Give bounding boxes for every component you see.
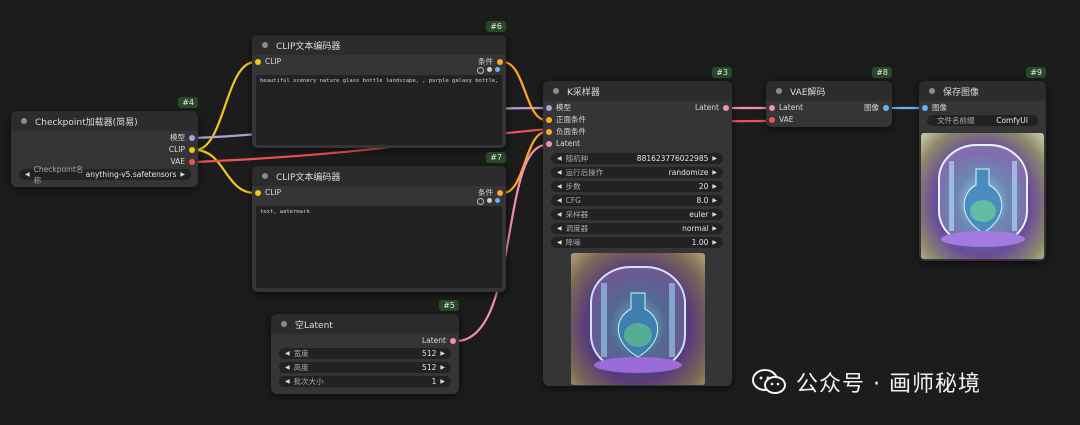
wechat-logo-icon	[752, 368, 786, 396]
left-arrow-icon: ◀	[25, 171, 30, 178]
input-latent[interactable]: Latent	[766, 103, 803, 113]
input-clip[interactable]: CLIP	[252, 188, 281, 198]
prompt-textarea[interactable]: text, watermark	[256, 206, 502, 288]
checkpoint-loader-node[interactable]: #4 Checkpoint加载器(简易) 模型 CLIP VAE ◀ Check…	[11, 97, 198, 187]
bottle-jar-image	[590, 266, 686, 373]
sampler-combo[interactable]: ◀ 采样器 euler ▶	[551, 209, 723, 220]
node-title: CLIP文本编码器	[276, 172, 341, 183]
control-after-generate-combo[interactable]: ◀ 运行后操作 randomize ▶	[551, 167, 723, 178]
node-id: #4	[178, 97, 198, 108]
node-title: K采样器	[567, 87, 600, 98]
node-title: VAE解码	[790, 87, 826, 98]
width-input[interactable]: ◀ 宽度 512 ▶	[279, 348, 451, 359]
output-vae[interactable]: VAE	[170, 157, 198, 167]
prompt-textarea[interactable]: beautiful scenery nature glass bottle la…	[256, 75, 502, 145]
denoise-input[interactable]: ◀ 降噪 1.00 ▶	[551, 237, 723, 248]
save-image-node[interactable]: #9 保存图像 图像 文件名前缀 ComfyUI	[919, 67, 1046, 261]
output-conditioning[interactable]: 条件	[478, 188, 506, 198]
node-id: #6	[486, 21, 506, 32]
node-id: #7	[486, 152, 506, 163]
node-title: 保存图像	[943, 87, 980, 98]
node-title: 空Latent	[295, 320, 333, 331]
node-title: CLIP文本编码器	[276, 41, 341, 52]
node-header[interactable]: CLIP文本编码器	[252, 166, 506, 186]
watermark-text: 公众号 · 画师秘境	[796, 372, 981, 397]
collapse-dot-icon[interactable]	[281, 321, 287, 327]
node-header[interactable]: K采样器	[543, 81, 732, 101]
empty-latent-node[interactable]: #5 空Latent Latent ◀ 宽度 512 ▶ ◀ 高度 512 ▶ ◀ 批次大小 1…	[271, 300, 459, 394]
node-header[interactable]: 保存图像	[919, 81, 1046, 101]
collapse-dot-icon[interactable]	[929, 88, 935, 94]
saved-output-image	[921, 133, 1044, 259]
node-header[interactable]: 空Latent	[271, 314, 459, 334]
clip-text-encode-negative-node[interactable]: #7 CLIP文本编码器 CLIP 条件 text, watermark	[252, 152, 506, 292]
input-model[interactable]: 模型	[543, 103, 571, 113]
batch-size-input[interactable]: ◀ 批次大小 1 ▶	[279, 376, 451, 387]
steps-input[interactable]: ◀ 步数 20 ▶	[551, 181, 723, 192]
bottle-jar-image	[938, 144, 1028, 247]
wire-clip-negative	[194, 148, 256, 195]
collapse-dot-icon[interactable]	[553, 88, 559, 94]
node-header[interactable]: VAE解码	[766, 81, 892, 101]
cfg-input[interactable]: ◀ CFG 8.0 ▶	[551, 195, 723, 206]
collapse-dot-icon[interactable]	[776, 88, 782, 94]
node-title: Checkpoint加载器(简易)	[35, 117, 138, 128]
input-clip[interactable]: CLIP	[252, 57, 281, 67]
input-image[interactable]: 图像	[919, 103, 947, 113]
filename-prefix-input[interactable]: 文件名前缀 ComfyUI	[927, 115, 1038, 126]
wechat-watermark: 公众号 · 画师秘境	[752, 366, 981, 398]
input-latent[interactable]: Latent	[543, 139, 580, 149]
node-header[interactable]: CLIP文本编码器	[252, 35, 506, 55]
output-latent[interactable]: Latent	[695, 103, 732, 113]
output-clip[interactable]: CLIP	[169, 145, 198, 155]
output-conditioning[interactable]: 条件	[478, 57, 506, 67]
wire-positive-cond	[502, 60, 547, 122]
node-id: #3	[712, 67, 732, 78]
output-image[interactable]: 图像	[864, 103, 892, 113]
output-latent[interactable]: Latent	[422, 336, 459, 346]
scheduler-combo[interactable]: ◀ 调度器 normal ▶	[551, 223, 723, 234]
output-model[interactable]: 模型	[170, 133, 198, 143]
wire-negative-cond	[502, 130, 547, 195]
height-input[interactable]: ◀ 高度 512 ▶	[279, 362, 451, 373]
seed-input[interactable]: ◀ 随机种 881623776022985 ▶	[551, 153, 723, 164]
collapse-dot-icon[interactable]	[21, 118, 27, 124]
node-header[interactable]: Checkpoint加载器(简易)	[11, 111, 198, 131]
connection-wires	[194, 60, 922, 343]
preview-toggle-icons[interactable]	[477, 198, 500, 205]
checkpoint-name-combo[interactable]: ◀ Checkpoint名称 anything-v5.safetensors ▶	[19, 165, 191, 185]
node-id: #5	[439, 300, 459, 311]
node-id: #8	[872, 67, 892, 78]
right-arrow-icon: ▶	[180, 171, 185, 178]
ksampler-node[interactable]: #3 K采样器 模型 正面条件 负面条件 Latent Latent ◀ 随机种 8…	[543, 67, 732, 386]
vae-decode-node[interactable]: #8 VAE解码 Latent VAE 图像	[766, 67, 892, 127]
sampler-preview-image	[571, 253, 705, 385]
node-id: #9	[1026, 67, 1046, 78]
preview-toggle-icons[interactable]	[477, 67, 500, 74]
input-negative[interactable]: 负面条件	[543, 127, 586, 137]
clip-text-encode-positive-node[interactable]: #6 CLIP文本编码器 CLIP 条件 beautiful scenery n…	[252, 21, 506, 148]
input-positive[interactable]: 正面条件	[543, 115, 586, 125]
collapse-dot-icon[interactable]	[262, 42, 268, 48]
input-vae[interactable]: VAE	[766, 115, 794, 125]
collapse-dot-icon[interactable]	[262, 173, 268, 179]
